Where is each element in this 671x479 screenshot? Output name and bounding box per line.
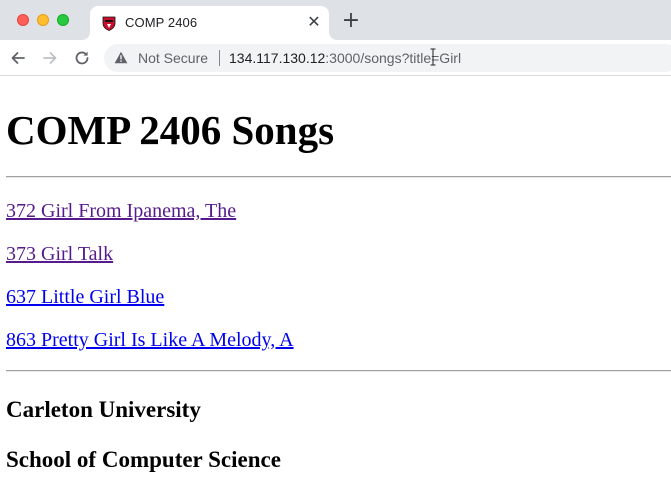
browser-toolbar: Not Secure 134.117.130.12:3000/songs?tit… <box>0 40 671 76</box>
school-name: School of Computer Science <box>6 447 281 472</box>
address-bar[interactable]: Not Secure 134.117.130.12:3000/songs?tit… <box>104 44 671 72</box>
tab-comp-2406[interactable]: COMP 2406 ✕ <box>82 6 337 40</box>
song-link[interactable]: 637 Little Girl Blue <box>6 286 164 309</box>
back-arrow-icon <box>11 52 25 64</box>
minimize-window-button[interactable] <box>37 14 49 26</box>
tab-strip: COMP 2406 ✕ + <box>0 0 671 40</box>
url-path: :3000/songs?title=Girl <box>325 50 462 66</box>
song-link[interactable]: 373 Girl Talk <box>6 243 113 266</box>
page-title: COMP 2406 Songs <box>6 107 335 153</box>
text-cursor-icon <box>430 48 436 66</box>
page-content: COMP 2406 Songs 372 Girl From Ipanema, T… <box>0 77 671 479</box>
tab-title: COMP 2406 <box>125 15 198 30</box>
warning-triangle-icon[interactable] <box>114 51 128 64</box>
carleton-shield-icon <box>102 16 116 31</box>
address-separator <box>219 50 220 66</box>
url-text[interactable]: 134.117.130.12:3000/songs?title=Girl <box>229 50 461 66</box>
forward-button[interactable] <box>38 46 62 70</box>
university-name: Carleton University <box>6 397 201 422</box>
fullscreen-window-button[interactable] <box>57 14 69 26</box>
security-status-label[interactable]: Not Secure <box>138 50 208 66</box>
reload-button[interactable] <box>70 46 94 70</box>
url-host: 134.117.130.12 <box>229 50 326 66</box>
top-divider <box>6 176 671 178</box>
song-link[interactable]: 372 Girl From Ipanema, The <box>6 200 236 223</box>
forward-arrow-icon <box>43 52 57 64</box>
bottom-divider <box>6 370 671 372</box>
close-window-button[interactable] <box>17 14 29 26</box>
back-button[interactable] <box>6 46 30 70</box>
tab-close-icon[interactable]: ✕ <box>305 14 323 32</box>
reload-icon <box>75 51 89 65</box>
song-link[interactable]: 863 Pretty Girl Is Like A Melody, A <box>6 329 294 352</box>
new-tab-button[interactable]: + <box>340 10 362 32</box>
